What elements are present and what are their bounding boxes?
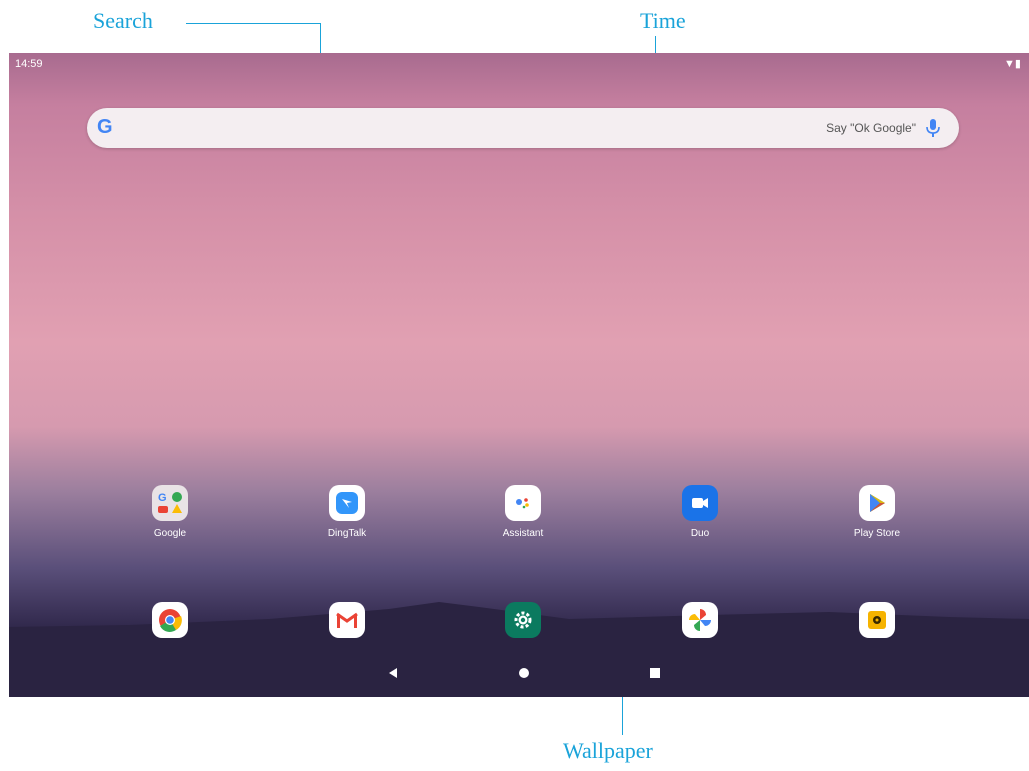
app-duo[interactable]: Duo [655,485,745,539]
app-google[interactable]: G Google [125,485,215,539]
app-label: Duo [690,528,710,539]
app-label: Assistant [502,528,544,539]
dock-chrome[interactable] [125,602,215,638]
callout-search-line [186,23,320,24]
wifi-icon: ▼▮ [1004,58,1021,70]
callout-wallpaper: Wallpaper [563,738,653,763]
search-hint: Say "Ok Google" [826,121,916,135]
gmail-icon [329,602,365,638]
app-play-store[interactable]: Play Store [832,485,922,539]
play-store-icon [859,485,895,521]
duo-icon [682,485,718,521]
callout-time: Time [640,8,686,33]
settings-icon [505,602,541,638]
back-icon[interactable] [387,667,399,679]
recents-icon[interactable] [649,667,661,679]
google-folder-icon: G [152,485,188,521]
clock: 14:59 [15,58,43,70]
dock-photos[interactable] [655,602,745,638]
dock-gmail[interactable] [302,602,392,638]
app-label: Play Store [853,528,901,539]
photos-icon [682,602,718,638]
app-dingtalk[interactable]: DingTalk [302,485,392,539]
search-bar[interactable]: G Say "Ok Google" [87,108,959,148]
google-logo-icon[interactable]: G [97,116,113,139]
dock-music[interactable] [832,602,922,638]
dingtalk-icon [329,485,365,521]
callout-search: Search [93,8,153,33]
dock-settings[interactable] [478,602,568,638]
svg-text:G: G [158,492,167,504]
home-icon[interactable] [518,667,530,679]
app-label: Google [153,528,187,539]
home-screen: 14:59 ▼▮ G Say "Ok Google" G Google Ding… [9,53,1029,697]
navigation-bar [9,649,1029,697]
app-label: DingTalk [327,528,367,539]
music-icon [859,602,895,638]
status-bar: 14:59 ▼▮ [9,53,1029,73]
assistant-icon [505,485,541,521]
app-assistant[interactable]: Assistant [478,485,568,539]
mic-icon[interactable] [925,117,941,139]
chrome-icon [152,602,188,638]
